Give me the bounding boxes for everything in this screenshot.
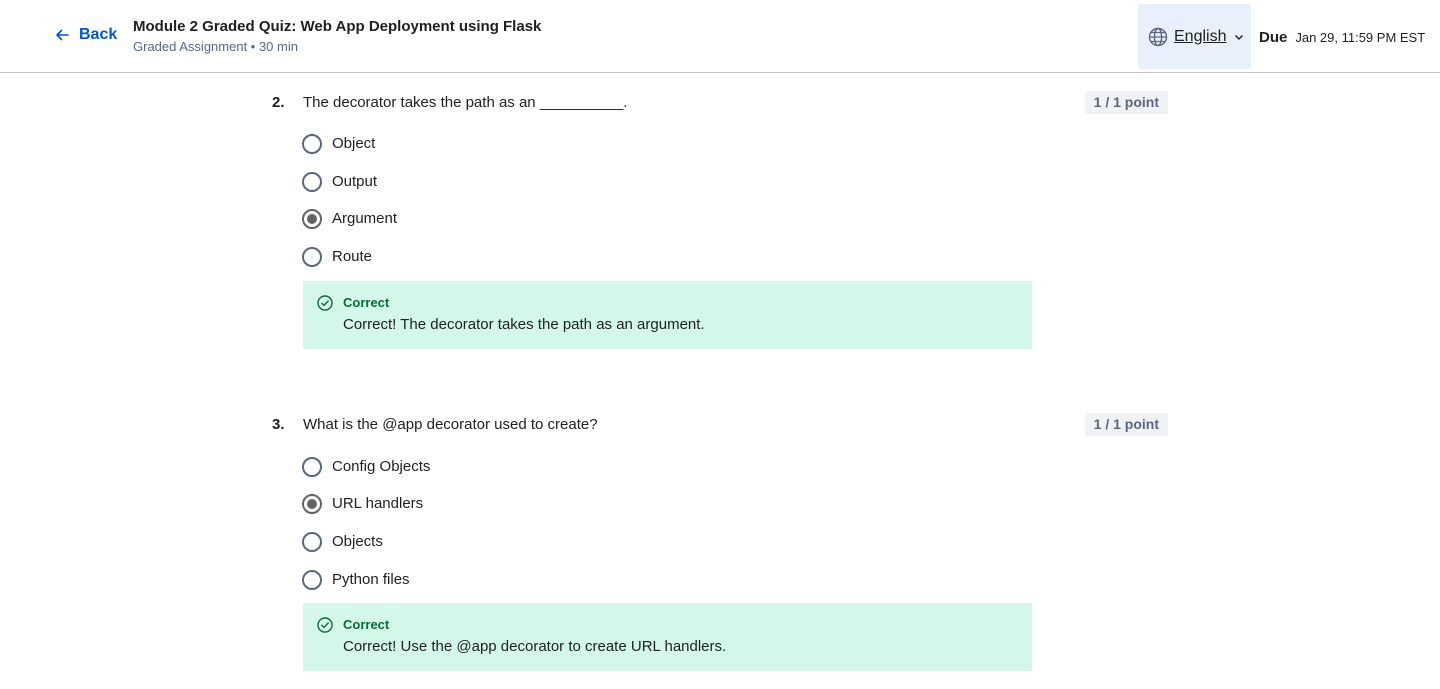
radio-button[interactable] [302, 570, 322, 590]
feedback-correct: Correct Correct! Use the @app decorator … [303, 603, 1032, 671]
due-date-block: Due Jan 29, 11:59 PM EST [1259, 29, 1425, 46]
chevron-down-icon [1235, 34, 1244, 40]
header: Back Module 2 Graded Quiz: Web App Deplo… [0, 0, 1440, 73]
radio-button[interactable] [302, 532, 322, 552]
title-block: Module 2 Graded Quiz: Web App Deployment… [133, 17, 541, 55]
radio-button[interactable] [302, 457, 322, 477]
globe-icon [1148, 27, 1168, 46]
radio-button-selected[interactable] [302, 494, 322, 514]
option-config-objects[interactable]: Config Objects [302, 457, 430, 477]
option-label: Object [332, 135, 376, 152]
language-selector[interactable]: English [1138, 4, 1251, 69]
option-output[interactable]: Output [302, 172, 377, 192]
option-url-handlers[interactable]: URL handlers [302, 494, 423, 514]
points-badge: 1 / 1 point [1084, 413, 1168, 436]
question-number: 2. [272, 94, 285, 111]
feedback-title: Correct [343, 617, 390, 632]
option-objects[interactable]: Objects [302, 532, 383, 552]
option-label: URL handlers [332, 495, 424, 512]
question-number: 3. [272, 416, 285, 433]
option-label: Objects [332, 533, 383, 550]
option-label: Python files [332, 571, 410, 588]
feedback-title: Correct [343, 295, 390, 310]
radio-button[interactable] [302, 247, 322, 267]
back-button[interactable]: Back [54, 26, 117, 44]
feedback-text: Correct! The decorator takes the path as… [343, 316, 705, 333]
option-route[interactable]: Route [302, 247, 372, 267]
option-label: Argument [332, 210, 398, 227]
option-argument[interactable]: Argument [302, 209, 397, 229]
option-object[interactable]: Object [302, 134, 375, 154]
page-title: Module 2 Graded Quiz: Web App Deployment… [133, 18, 542, 35]
option-label: Route [332, 248, 373, 265]
page-subtitle: Graded Assignment • 30 min [133, 39, 298, 54]
arrow-left-icon [56, 29, 69, 41]
option-label: Config Objects [332, 458, 431, 475]
language-label: English [1174, 27, 1227, 45]
radio-button[interactable] [302, 134, 322, 154]
radio-button-selected[interactable] [302, 209, 322, 229]
check-circle-icon [317, 617, 333, 633]
radio-button[interactable] [302, 172, 322, 192]
due-label: Due [1259, 29, 1288, 46]
due-date: Jan 29, 11:59 PM EST [1295, 30, 1426, 45]
feedback-correct: Correct Correct! The decorator takes the… [303, 281, 1032, 349]
back-label: Back [79, 26, 118, 43]
option-python-files[interactable]: Python files [302, 570, 410, 590]
question-text: What is the @app decorator used to creat… [303, 416, 598, 433]
check-circle-icon [317, 295, 333, 311]
option-label: Output [332, 173, 378, 190]
feedback-text: Correct! Use the @app decorator to creat… [343, 638, 727, 655]
question-text: The decorator takes the path as an _____… [303, 94, 628, 111]
points-badge: 1 / 1 point [1084, 91, 1168, 114]
